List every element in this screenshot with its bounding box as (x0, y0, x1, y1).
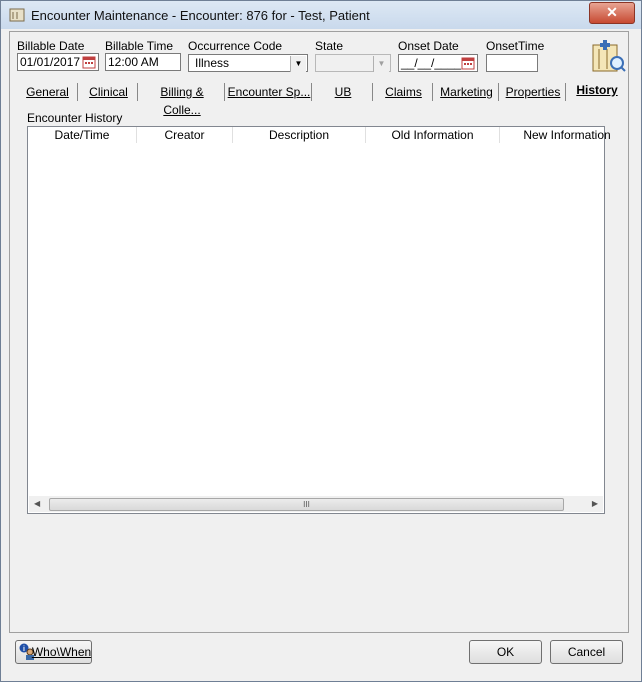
column-header-description[interactable]: Description (233, 127, 366, 143)
tab-label: General (26, 85, 69, 99)
onset-date-label: Onset Date (398, 39, 459, 53)
close-button[interactable]: ✕ (589, 2, 635, 24)
onset-time-field[interactable] (486, 54, 538, 72)
occurrence-code-label: Occurrence Code (188, 39, 283, 53)
billable-date-label: Billable Date (17, 39, 85, 53)
chevron-down-icon[interactable]: ▼ (290, 56, 306, 72)
tab-billing-collections[interactable]: Billing & Colle... (140, 83, 225, 117)
who-when-label: Who\When (31, 645, 92, 659)
column-header-new-information[interactable]: New Information (500, 127, 634, 143)
encounter-maintenance-window: Encounter Maintenance - Encounter: 876 f… (0, 0, 642, 682)
scroll-left-icon[interactable]: ◀ (34, 496, 40, 512)
tab-label: UB (334, 85, 352, 99)
tab-label: Properties (505, 85, 561, 99)
calendar-icon[interactable] (461, 56, 475, 70)
horizontal-scrollbar[interactable]: ◀ III ▶ (29, 496, 603, 512)
tab-properties[interactable]: Properties (501, 83, 566, 101)
tab-clinical[interactable]: Clinical (80, 83, 138, 101)
ok-button[interactable]: OK (469, 640, 542, 664)
tab-label: Clinical (89, 85, 128, 99)
tab-label: Marketing (440, 85, 493, 99)
app-icon (9, 8, 25, 22)
chevron-down-icon[interactable]: ▼ (373, 56, 389, 72)
billable-date-value: 01/01/2017 (20, 55, 81, 69)
occurrence-code-select[interactable]: Illness ▼ (188, 54, 308, 72)
column-header-old-information[interactable]: Old Information (366, 127, 500, 143)
column-header-date-time[interactable]: Date/Time (28, 127, 137, 143)
scroll-right-icon[interactable]: ▶ (592, 496, 598, 512)
tab-claims[interactable]: Claims (375, 83, 433, 101)
encounter-history-label: Encounter History (27, 111, 123, 125)
billable-time-field[interactable]: 12:00 AM (105, 53, 181, 71)
tab-encounter-specific[interactable]: Encounter Sp... (227, 83, 312, 101)
window-title: Encounter Maintenance - Encounter: 876 f… (31, 8, 370, 23)
tab-label: Billing & Colle... (160, 85, 204, 117)
tab-label: Claims (385, 85, 422, 99)
tab-label: Encounter Sp... (227, 85, 311, 99)
onset-time-label: OnsetTime (486, 39, 545, 53)
encounter-history-grid[interactable]: Date/Time Creator Description Old Inform… (27, 126, 611, 514)
tab-label: History (576, 83, 618, 97)
calendar-icon[interactable] (82, 55, 96, 69)
occurrence-code-value: Illness (195, 56, 230, 70)
state-label: State (315, 39, 344, 53)
onset-date-field[interactable]: __/__/____ (398, 54, 478, 72)
who-when-button[interactable]: i Who\When (15, 640, 92, 664)
billable-time-label: Billable Time (105, 39, 174, 53)
tab-ub[interactable]: UB (314, 83, 373, 101)
medical-record-icon[interactable] (591, 39, 627, 73)
svg-text:i: i (23, 646, 25, 653)
tab-marketing[interactable]: Marketing (435, 83, 499, 101)
billable-date-field[interactable]: 01/01/2017 (17, 53, 99, 71)
cancel-button[interactable]: Cancel (550, 640, 623, 664)
column-header-creator[interactable]: Creator (137, 127, 233, 143)
grip-icon: III (303, 500, 310, 509)
title-bar: Encounter Maintenance - Encounter: 876 f… (1, 1, 641, 29)
tab-general[interactable]: General (18, 83, 78, 101)
scrollbar-thumb[interactable]: III (49, 498, 564, 511)
state-select[interactable]: ▼ (315, 54, 391, 72)
tab-history[interactable]: History (568, 81, 626, 99)
onset-date-value: __/__/____ (401, 56, 462, 70)
